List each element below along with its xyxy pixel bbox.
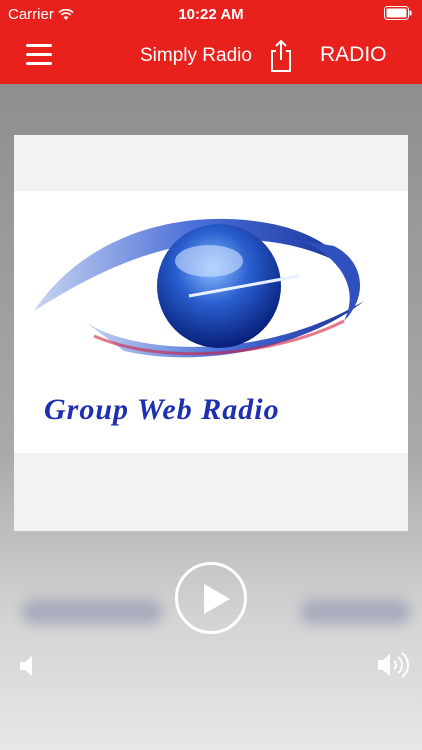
clock: 10:22 AM (178, 6, 244, 23)
player-area: Group Web Radio (0, 84, 422, 750)
blurred-backdrop-right (300, 600, 410, 624)
status-bar: Carrier 10:22 AM (0, 0, 422, 28)
station-artwork: Group Web Radio (14, 135, 408, 531)
share-icon[interactable] (266, 38, 296, 74)
artwork-image: Group Web Radio (14, 191, 408, 453)
menu-icon[interactable] (26, 44, 56, 68)
play-button[interactable] (175, 562, 247, 634)
radio-button[interactable]: RADIO (320, 43, 387, 67)
logo-text: Group Web Radio (44, 393, 280, 426)
volume-high-icon[interactable] (376, 650, 414, 685)
battery-icon (384, 6, 412, 24)
app-title: Simply Radio (140, 45, 252, 66)
blurred-backdrop-left (22, 600, 162, 624)
eye-logo (34, 218, 364, 358)
volume-low-icon[interactable] (18, 654, 38, 683)
nav-bar: Simply Radio RADIO (0, 28, 422, 84)
play-icon (204, 584, 230, 614)
